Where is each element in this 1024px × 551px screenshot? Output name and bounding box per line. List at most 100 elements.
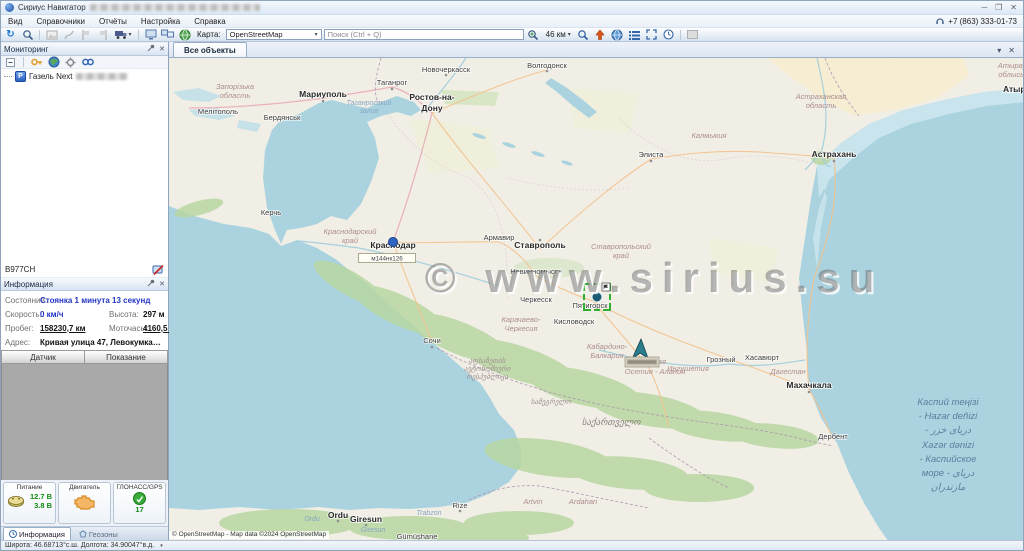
tab-information[interactable]: Информация	[3, 527, 71, 540]
magnifier-icon	[22, 29, 34, 41]
menu-help[interactable]: Справка	[187, 15, 232, 27]
extra-tool-button-disabled[interactable]	[685, 28, 700, 41]
two-monitors-button[interactable]	[160, 28, 175, 41]
fit-objects-button[interactable]	[644, 28, 659, 41]
show-all-map-button[interactable]	[610, 28, 625, 41]
menu-directories[interactable]: Справочники	[29, 15, 91, 27]
map-label: აფხაზეთის	[469, 357, 506, 365]
history-time-button[interactable]	[661, 28, 676, 41]
map-label: - Каспийское	[919, 454, 976, 465]
monitors-icon	[161, 29, 174, 40]
map-label: Краснодарский	[324, 227, 378, 236]
info-fields: Состояние: Стоянка 1 минута 13 секунд Ск…	[1, 291, 168, 350]
split-screen-button[interactable]	[143, 28, 158, 41]
magnifier-icon	[577, 29, 589, 41]
reading-column-header[interactable]: Показание	[85, 350, 168, 364]
map-label: Черкесск	[520, 295, 552, 304]
map-label: Керчь	[261, 208, 281, 217]
map-provider-select[interactable]: OpenStreetMap▾	[226, 29, 322, 40]
sensor-table-body	[1, 364, 168, 480]
map-label: Мелітополь	[198, 107, 238, 116]
sensor-column-header[interactable]: Датчик	[1, 350, 85, 364]
tab-geozones[interactable]: Геозоны	[73, 527, 124, 540]
map-label: Новочеркасск	[422, 65, 471, 74]
gps-globe-icon	[133, 492, 146, 505]
pin-icon[interactable]	[147, 279, 155, 289]
map-label: край	[342, 236, 359, 245]
map-label: край	[613, 251, 630, 260]
home-position-button[interactable]	[593, 28, 608, 41]
tab-all-objects[interactable]: Все объекты	[173, 42, 247, 57]
tab-list-chevron-icon[interactable]: ▾	[997, 46, 1001, 55]
map-label: облысы	[998, 70, 1023, 79]
map-label: Кабардино-	[587, 342, 628, 351]
refresh-button[interactable]: ↻	[3, 28, 18, 41]
edit-map-button-disabled[interactable]	[44, 28, 59, 41]
gauge-panels: Питание 12.7 В3.8 В Двигатель ГЛОНАСС/GP…	[1, 480, 168, 526]
follow-vehicle-button[interactable]	[81, 56, 94, 68]
key-access-button[interactable]	[30, 56, 43, 68]
map-label: რესპუბლიკა	[466, 373, 508, 381]
maximize-button[interactable]: ❐	[995, 3, 1002, 13]
zoom-to-objects-button[interactable]	[20, 28, 35, 41]
map-label: залив	[359, 108, 379, 115]
search-go-button[interactable]	[526, 28, 541, 41]
map-label: область	[806, 101, 837, 110]
menu-view[interactable]: Вид	[1, 15, 29, 27]
chevron-down-icon: ▾	[315, 31, 318, 38]
map-label: Сочи	[423, 336, 441, 345]
speed-value: 0 км/ч	[40, 310, 109, 319]
altitude-label: Высота:	[109, 310, 143, 319]
pin-icon[interactable]	[147, 44, 155, 54]
mileage-value[interactable]: 158230,7 км	[40, 324, 109, 333]
close-button[interactable]: ✕	[1010, 3, 1017, 13]
altitude-value: 297 м	[143, 310, 165, 319]
web-access-button[interactable]	[177, 28, 192, 41]
zoom-tool-button[interactable]	[576, 28, 591, 41]
map-scale-select[interactable]: 46 км▾	[543, 30, 574, 39]
tab-close-icon[interactable]: ✕	[1008, 46, 1015, 55]
vehicle-plate-label: м144нк126	[371, 256, 403, 263]
info-panel-header: Информация ✕	[1, 277, 168, 291]
globe-track-button[interactable]	[47, 56, 60, 68]
map-label: Махачкала	[786, 380, 831, 390]
map-label: Giresun	[361, 527, 386, 534]
legend-button[interactable]	[627, 28, 642, 41]
voltage-backup: 3.8 В	[30, 501, 52, 510]
menu-reports[interactable]: Отчёты	[92, 15, 134, 27]
redacted-plate	[76, 73, 128, 80]
monitoring-panel-header: Мониторинг ✕	[1, 42, 168, 56]
app-window: Сириус Навигатор ─ ❐ ✕ Вид Справочники О…	[0, 0, 1024, 551]
engine-hours-label: Моточасы:	[109, 324, 143, 333]
map-label: - درياى خزر	[925, 425, 972, 436]
gps-satellites-count: 17	[135, 505, 143, 514]
search-input[interactable]	[324, 29, 524, 40]
gps-title: ГЛОНАСС/GPS	[116, 484, 162, 491]
engine-title: Двигатель	[69, 484, 100, 491]
tree-empty-area	[1, 82, 168, 262]
collapse-all-button[interactable]	[4, 56, 17, 68]
map-label: ავტონომიური	[464, 365, 512, 373]
minimize-button[interactable]: ─	[981, 3, 987, 13]
vehicle-menu-button[interactable]: ▾	[112, 28, 134, 41]
chevron-down-icon: ▾	[160, 543, 163, 549]
vehicle-tree-item[interactable]: P Газель Next	[1, 69, 168, 82]
map-label: Пятигорск	[572, 301, 608, 310]
connection-status-icon[interactable]	[152, 264, 164, 276]
settings-gear-button[interactable]	[64, 56, 77, 68]
map-label: Астрахань	[812, 149, 857, 159]
map-label: Бердянськ	[264, 113, 301, 122]
title-bar: Сириус Навигатор ─ ❐ ✕	[1, 1, 1023, 15]
map-label: Ordu	[304, 516, 320, 523]
map-canvas[interactable]: ЗапорізькаобластьМелітопольМариупольБерд…	[169, 58, 1023, 540]
menu-settings[interactable]: Настройка	[134, 15, 187, 27]
track-tool-button-disabled[interactable]	[61, 28, 76, 41]
speed-label: Скорость:	[1, 310, 40, 319]
close-icon[interactable]: ✕	[159, 280, 165, 288]
flag-end-button-disabled[interactable]	[95, 28, 110, 41]
flag-start-button-disabled[interactable]	[78, 28, 93, 41]
close-icon[interactable]: ✕	[159, 45, 165, 53]
engine-icon	[73, 493, 97, 511]
map-label: Таганрогский	[347, 99, 392, 107]
globe-green-icon	[179, 29, 191, 41]
